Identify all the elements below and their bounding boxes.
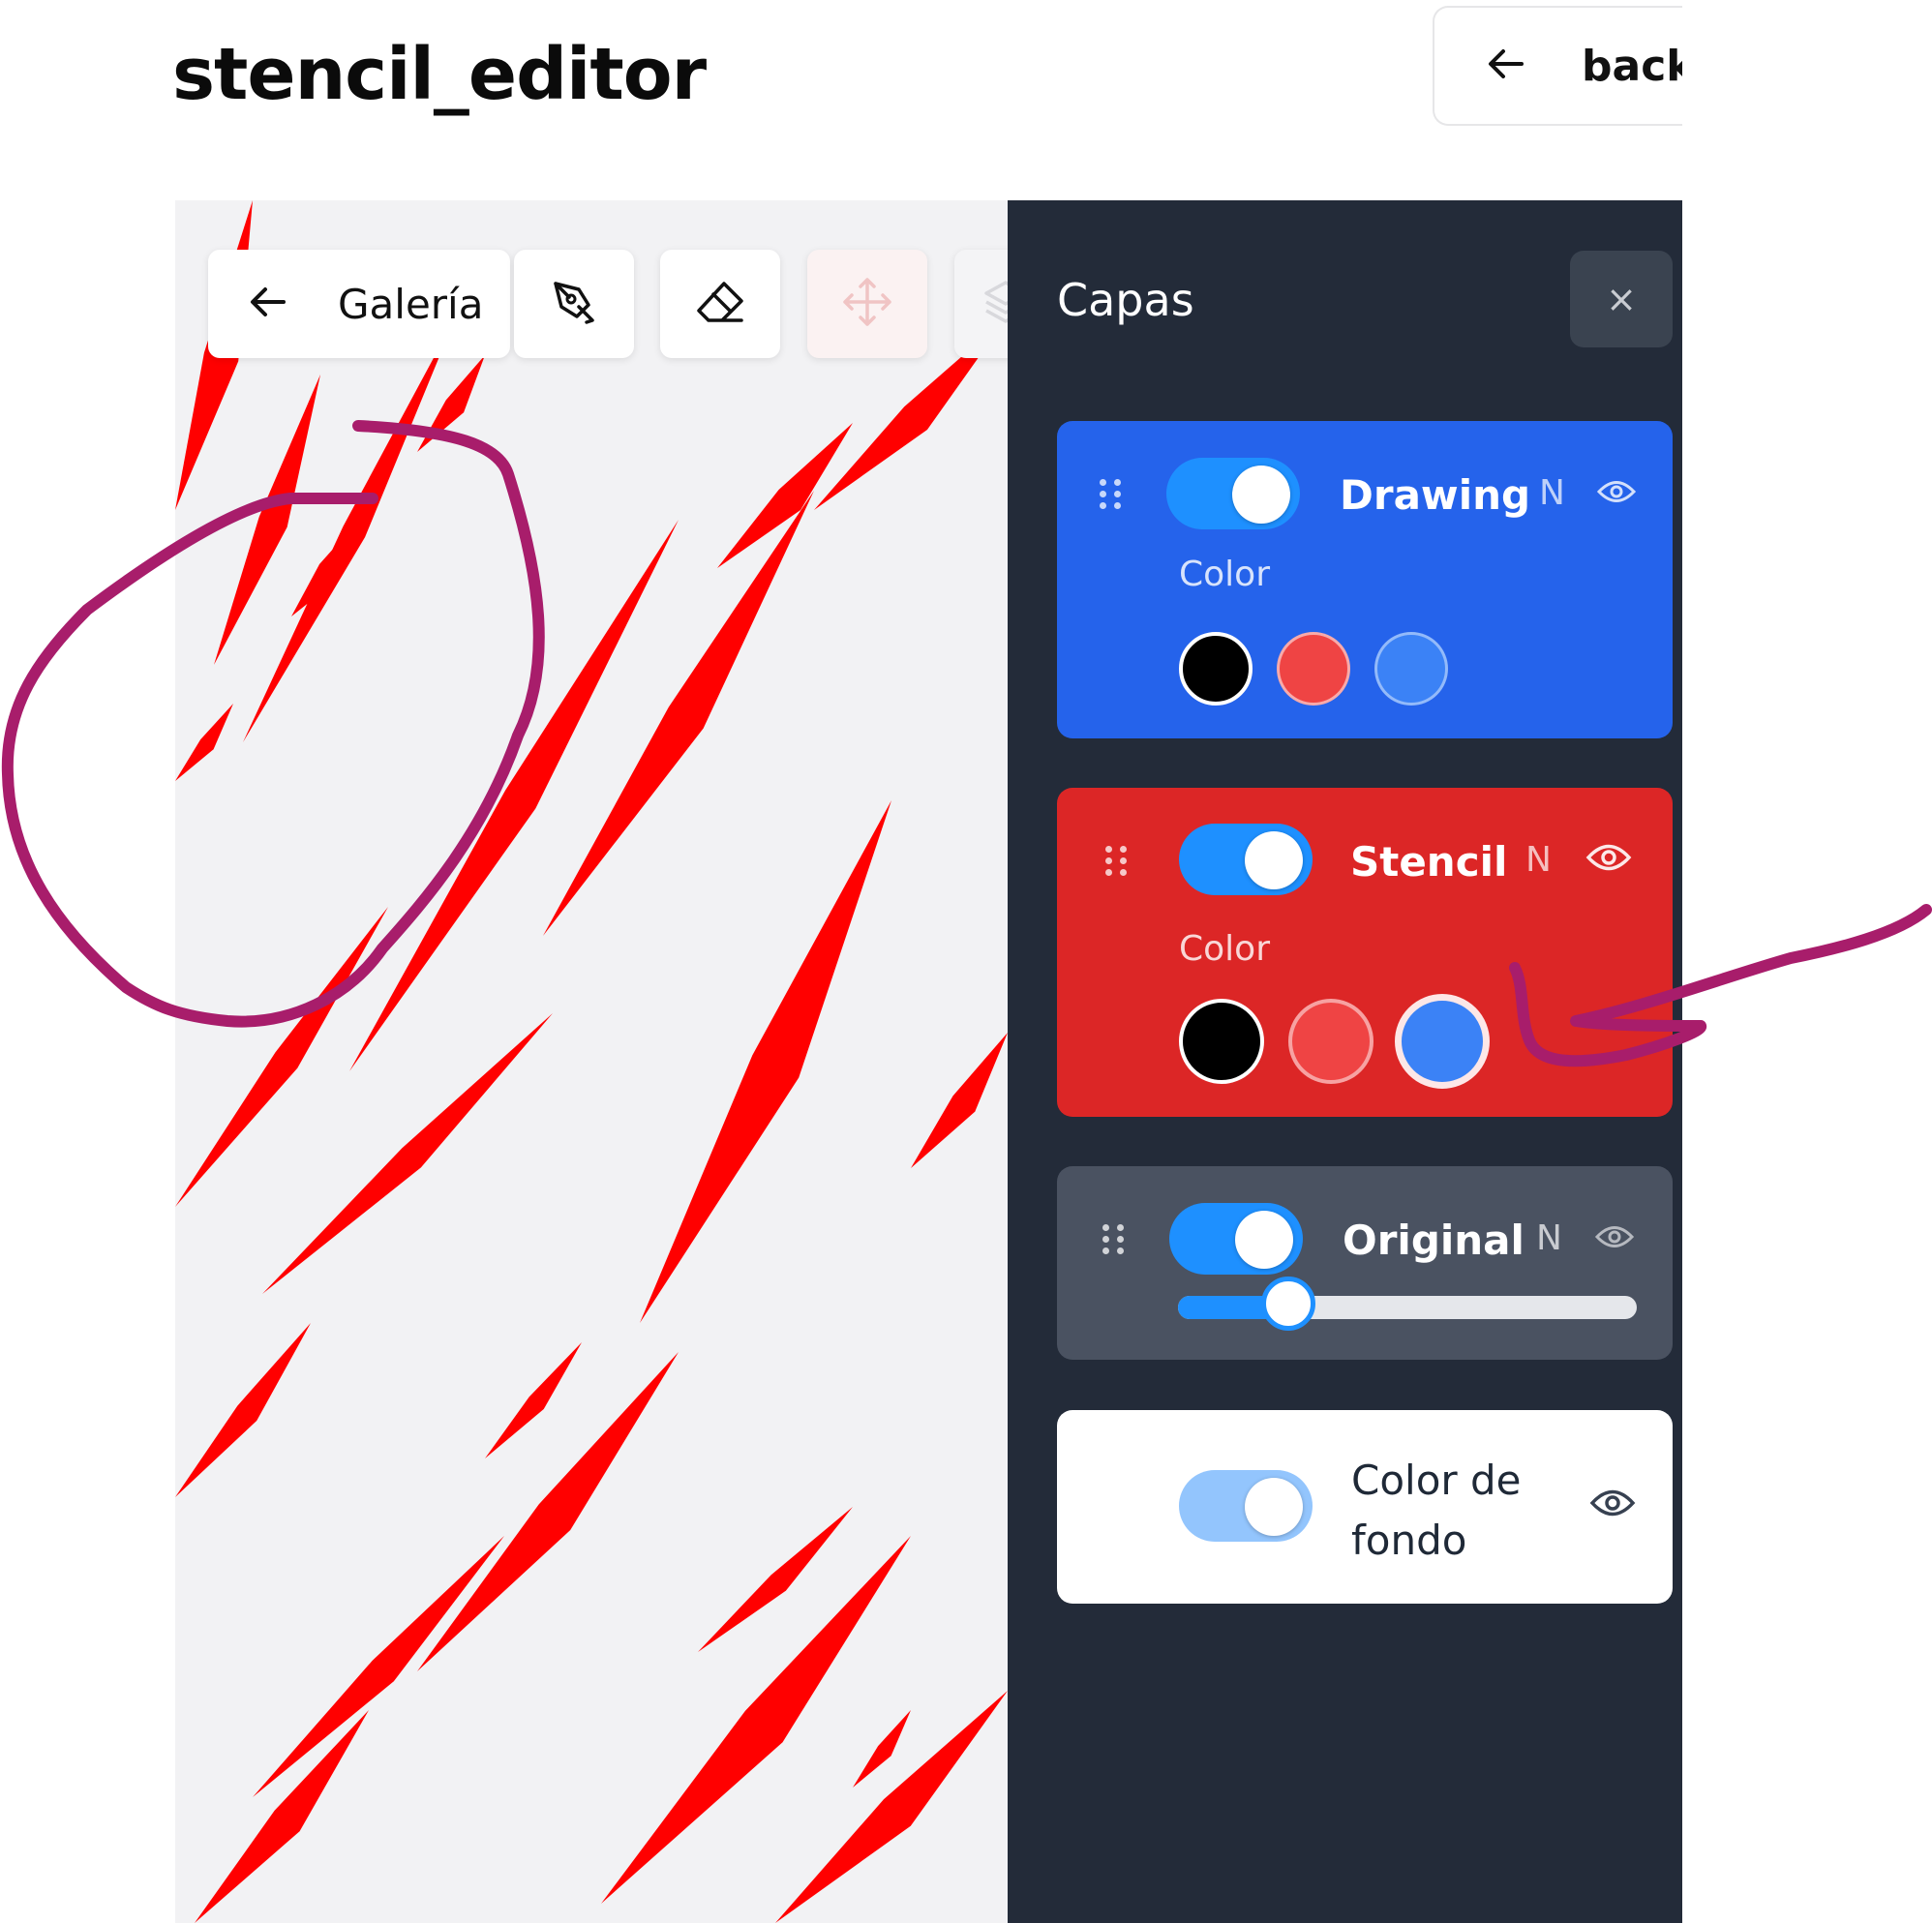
color-swatch-black[interactable] [1179, 999, 1264, 1084]
layer-name-original: Original [1343, 1217, 1524, 1264]
color-label: Color [1179, 929, 1270, 969]
stencil-streak [485, 1342, 582, 1458]
layer-card-original[interactable]: Original N [1057, 1166, 1673, 1360]
stencil-streak [775, 1691, 1008, 1923]
stencil-streak [640, 800, 891, 1323]
layer-toggle-stencil[interactable] [1179, 824, 1313, 895]
back-button-label: back [1582, 41, 1695, 91]
layers-panel: Capas × Drawing N Color Stencil N Color … [1008, 200, 1682, 1923]
stencil-streak [853, 1710, 911, 1788]
layer-card-drawing[interactable]: Drawing N Color [1057, 421, 1673, 738]
stencil-streak [175, 704, 233, 781]
layer-toggle-original[interactable] [1169, 1203, 1303, 1275]
close-button[interactable]: × [1570, 251, 1673, 347]
window-edge [1682, 0, 1932, 1923]
galeria-button[interactable]: Galería [208, 250, 510, 358]
opacity-slider-thumb[interactable] [1260, 1277, 1315, 1331]
eye-icon[interactable] [1585, 842, 1632, 877]
layer-card-stencil[interactable]: Stencil N Color [1057, 788, 1673, 1117]
drag-handle-icon[interactable] [1100, 479, 1122, 509]
stencil-streak [175, 1323, 311, 1497]
drag-handle-icon[interactable] [1102, 1224, 1125, 1254]
eye-icon[interactable] [1594, 1224, 1635, 1253]
color-swatch-black[interactable] [1179, 632, 1253, 706]
layer-name-background: Color de fondo [1351, 1457, 1522, 1564]
blend-mode-drawing[interactable]: N [1539, 473, 1565, 513]
app-title: stencil_editor [172, 33, 707, 116]
close-icon: × [1606, 278, 1637, 320]
color-swatch-blue-selected[interactable] [1395, 994, 1490, 1089]
back-button[interactable]: back [1433, 6, 1695, 126]
stencil-artwork [175, 200, 1008, 1923]
layer-toggle-background[interactable] [1179, 1470, 1313, 1542]
blend-mode-stencil[interactable]: N [1525, 840, 1552, 880]
move-icon [841, 276, 893, 332]
opacity-slider[interactable] [1178, 1277, 1637, 1331]
stencil-streak [253, 1536, 504, 1797]
color-label: Color [1179, 555, 1270, 594]
stencil-streak [175, 907, 388, 1207]
eraser-icon [695, 280, 745, 328]
color-swatch-red[interactable] [1288, 999, 1374, 1084]
layer-name-drawing: Drawing [1340, 471, 1531, 519]
header-edge [0, 0, 175, 155]
layer-name-stencil: Stencil [1350, 838, 1508, 886]
move-tool-button[interactable] [807, 250, 927, 358]
drawing-canvas[interactable] [175, 200, 1008, 1923]
galeria-label: Galería [338, 280, 484, 328]
eye-icon[interactable] [1596, 479, 1637, 508]
eye-icon[interactable] [1589, 1487, 1636, 1522]
panel-title: Capas [1057, 274, 1194, 326]
blend-mode-original[interactable]: N [1536, 1218, 1562, 1258]
drag-handle-icon[interactable] [1105, 846, 1128, 876]
color-swatch-red[interactable] [1277, 632, 1350, 706]
stencil-streak [195, 1710, 369, 1923]
pen-tool-icon [550, 278, 598, 330]
color-swatch-blue[interactable] [1374, 632, 1448, 706]
layer-toggle-drawing[interactable] [1166, 458, 1300, 529]
stencil-streak [543, 491, 814, 936]
arrow-left-icon [1487, 42, 1525, 91]
eraser-tool-button[interactable] [660, 250, 780, 358]
stencil-streak [911, 1033, 1008, 1168]
pen-tool-button[interactable] [514, 250, 634, 358]
arrow-left-icon [249, 281, 287, 328]
stencil-streak [262, 1013, 553, 1294]
layer-card-background-color[interactable]: Color de fondo [1057, 1410, 1673, 1604]
